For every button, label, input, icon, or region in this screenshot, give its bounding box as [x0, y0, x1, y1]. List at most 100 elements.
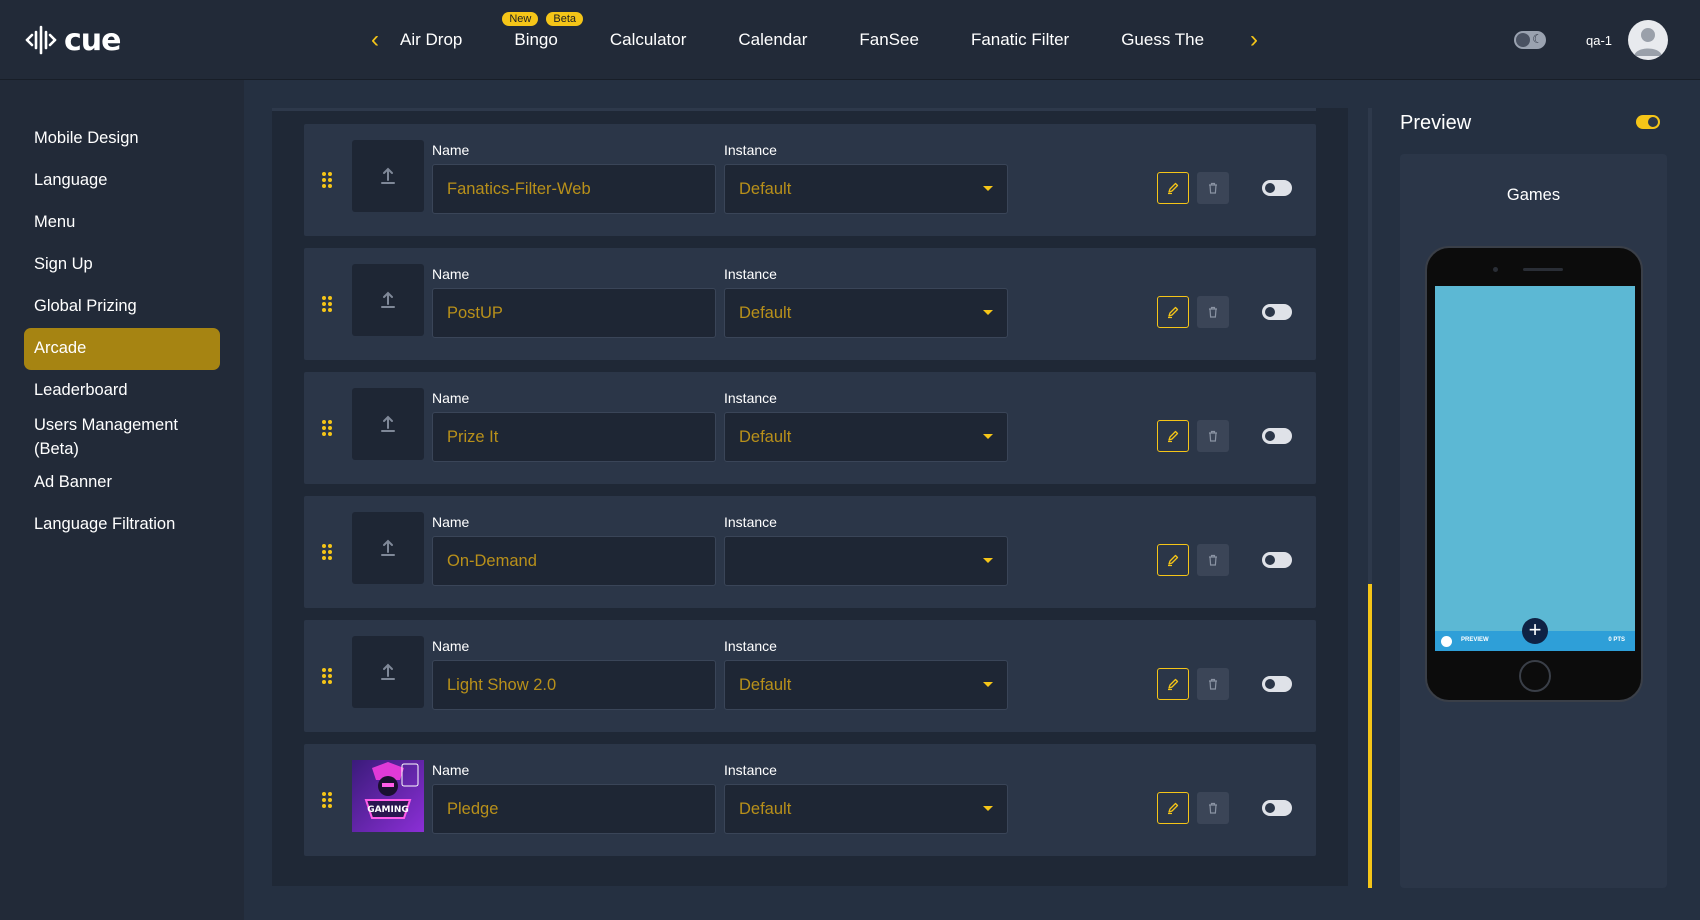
game-name-field[interactable]: Pledge [432, 784, 716, 834]
drag-handle-icon[interactable] [322, 792, 334, 808]
nav-prev-arrow-icon[interactable]: ‹ [363, 26, 387, 54]
trash-icon [1209, 554, 1217, 566]
sidebar-item-menu[interactable]: Menu [24, 202, 220, 244]
preview-panel: Games PREVIEW 0 PTS + [1400, 154, 1667, 888]
image-upload[interactable] [352, 512, 424, 584]
tab-calculator[interactable]: Calculator [610, 30, 687, 50]
caret-down-icon [983, 806, 993, 811]
pencil-icon [1168, 430, 1179, 443]
instance-select[interactable]: Default [724, 288, 1008, 338]
phone-home-button [1519, 660, 1551, 692]
beta-badge: Beta [546, 12, 583, 26]
sidebar-item-sign-up[interactable]: Sign Up [24, 244, 220, 286]
delete-button[interactable] [1197, 668, 1229, 700]
image-upload[interactable] [352, 388, 424, 460]
svg-text:GAMING: GAMING [367, 805, 409, 815]
edit-button[interactable] [1157, 296, 1189, 328]
preview-toggle[interactable] [1636, 115, 1660, 129]
instance-select[interactable]: Default [724, 660, 1008, 710]
instance-select[interactable] [724, 536, 1008, 586]
sidebar-item-leaderboard[interactable]: Leaderboard [24, 370, 220, 412]
drag-handle-icon[interactable] [322, 544, 334, 560]
name-label: Name [432, 514, 470, 530]
sidebar: Mobile Design Language Menu Sign Up Glob… [0, 80, 244, 920]
instance-select[interactable]: Default [724, 784, 1008, 834]
tab-air-drop[interactable]: Air Drop [400, 30, 462, 50]
panel-divider [272, 108, 1316, 111]
caret-down-icon [983, 558, 993, 563]
nav-next-arrow-icon[interactable]: › [1242, 26, 1266, 54]
delete-button[interactable] [1197, 296, 1229, 328]
sidebar-item-ad-banner[interactable]: Ad Banner [24, 462, 220, 504]
tab-calendar[interactable]: Calendar [738, 30, 807, 50]
enable-toggle[interactable] [1262, 800, 1292, 816]
enable-toggle[interactable] [1262, 552, 1292, 568]
enable-toggle[interactable] [1262, 304, 1292, 320]
edit-button[interactable] [1157, 792, 1189, 824]
app-logo[interactable]: cue [24, 22, 121, 58]
preview-title: Preview [1400, 112, 1472, 134]
avatar[interactable] [1628, 20, 1668, 60]
enable-toggle[interactable] [1262, 180, 1292, 196]
edit-button[interactable] [1157, 420, 1189, 452]
instance-label: Instance [724, 142, 777, 158]
enable-toggle[interactable] [1262, 428, 1292, 444]
game-name-field[interactable]: Fanatics-Filter-Web [432, 164, 716, 214]
enable-toggle[interactable] [1262, 676, 1292, 692]
delete-button[interactable] [1197, 792, 1229, 824]
game-thumbnail[interactable]: GAMING [352, 760, 424, 832]
delete-button[interactable] [1197, 544, 1229, 576]
sidebar-item-arcade[interactable]: Arcade [24, 328, 220, 370]
toggle-knob [1265, 555, 1275, 565]
tab-fanatic-filter[interactable]: Fanatic Filter [971, 30, 1069, 50]
game-name-field[interactable]: PostUP [432, 288, 716, 338]
tab-fansee[interactable]: FanSee [859, 30, 919, 50]
caret-down-icon [983, 310, 993, 315]
game-name-field[interactable]: On-Demand [432, 536, 716, 586]
image-upload[interactable] [352, 636, 424, 708]
new-badge: New [502, 12, 539, 26]
edit-button[interactable] [1157, 668, 1189, 700]
instance-value: Default [739, 428, 792, 446]
gaming-logo-image: GAMING [352, 760, 424, 832]
sidebar-item-global-prizing[interactable]: Global Prizing [24, 286, 220, 328]
sidebar-item-language[interactable]: Language [24, 160, 220, 202]
user-icon [1634, 28, 1662, 56]
toggle-knob [1265, 679, 1275, 689]
upload-icon [381, 167, 395, 184]
game-row: Name Instance On-Demand [304, 496, 1316, 608]
image-upload[interactable] [352, 140, 424, 212]
tab-guess-the[interactable]: Guess The [1121, 30, 1204, 50]
add-icon[interactable]: + [1522, 618, 1548, 644]
delete-button[interactable] [1197, 420, 1229, 452]
phone-camera [1493, 267, 1498, 272]
bar-left-text: PREVIEW [1461, 637, 1489, 643]
game-name-field[interactable]: Prize It [432, 412, 716, 462]
instance-value: Default [739, 180, 792, 198]
drag-handle-icon[interactable] [322, 296, 334, 312]
edit-button[interactable] [1157, 544, 1189, 576]
delete-button[interactable] [1197, 172, 1229, 204]
trash-icon [1209, 306, 1217, 318]
edit-button[interactable] [1157, 172, 1189, 204]
drag-handle-icon[interactable] [322, 668, 334, 684]
sidebar-item-mobile-design[interactable]: Mobile Design [24, 118, 220, 160]
image-upload[interactable] [352, 264, 424, 336]
scrollbar-thumb[interactable] [1368, 584, 1372, 888]
instance-select[interactable]: Default [724, 412, 1008, 462]
sidebar-item-users-management[interactable]: Users Management (Beta) [24, 412, 220, 464]
toggle-knob [1265, 431, 1275, 441]
drag-handle-icon[interactable] [322, 420, 334, 436]
preview-screen-title: Games [1506, 186, 1561, 204]
caret-down-icon [983, 434, 993, 439]
instance-select[interactable]: Default [724, 164, 1008, 214]
drag-handle-icon[interactable] [322, 172, 334, 188]
tab-bingo[interactable]: New Beta Bingo [502, 12, 583, 50]
game-name-field[interactable]: Light Show 2.0 [432, 660, 716, 710]
sidebar-item-language-filtration[interactable]: Language Filtration [24, 504, 220, 546]
theme-toggle[interactable]: ☾ [1514, 31, 1546, 49]
username: qa-1 [1586, 33, 1613, 48]
profile-dot [1441, 636, 1452, 647]
instance-label: Instance [724, 390, 777, 406]
toggle-knob [1516, 33, 1530, 47]
